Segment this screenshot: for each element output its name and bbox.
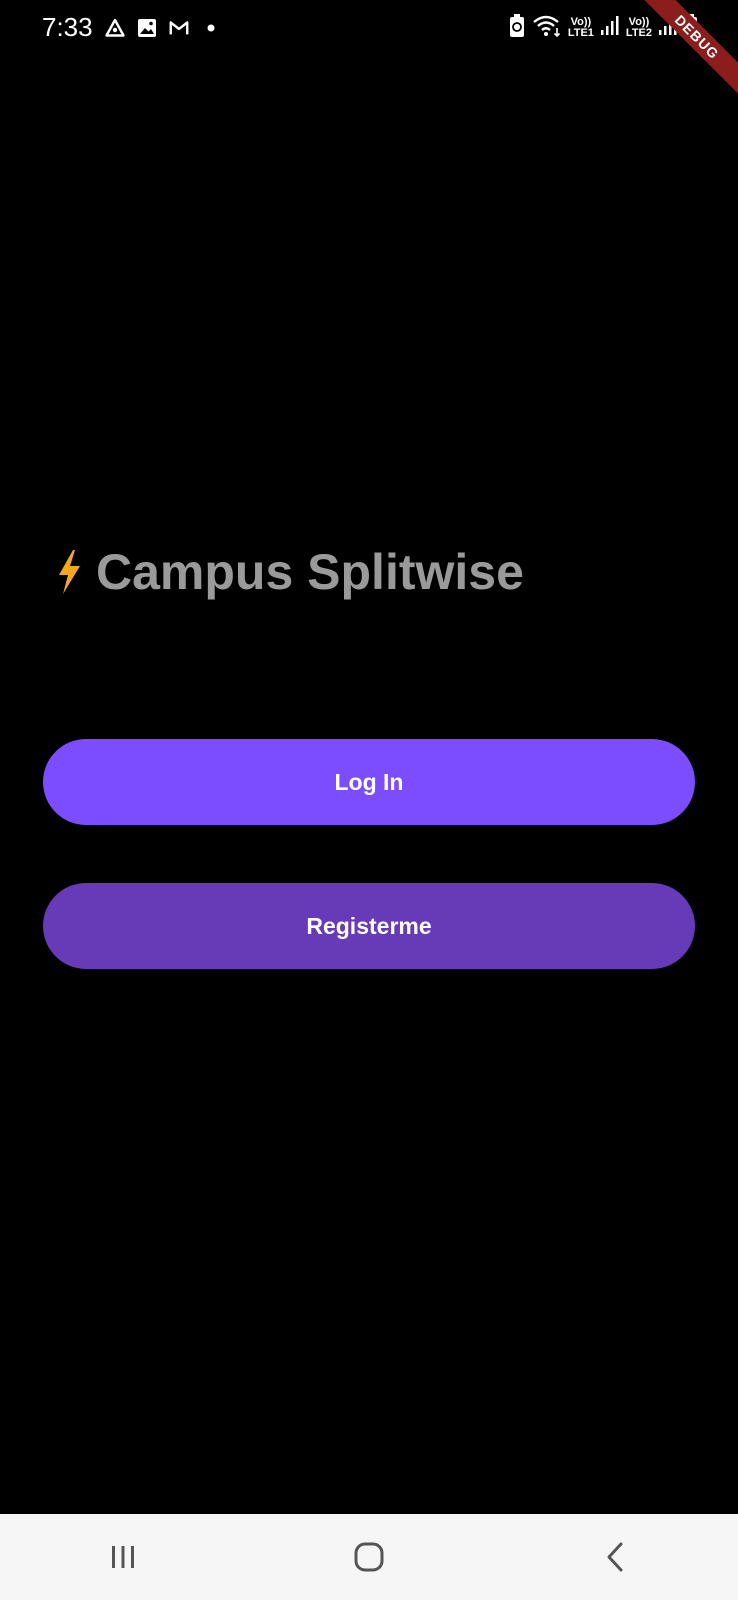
assistant-triangle-icon xyxy=(104,17,126,39)
login-screen: 7:33 Vo)) LTE1 Vo)) LTE2 DEBUG Campus Sp… xyxy=(0,0,738,1600)
back-button[interactable] xyxy=(565,1514,665,1600)
login-button[interactable]: Log In xyxy=(43,739,695,825)
gmail-icon xyxy=(168,17,190,39)
signal-sim1-icon xyxy=(600,15,620,42)
sim1-lte-label: LTE1 xyxy=(567,27,594,39)
lightning-bolt-icon xyxy=(59,550,80,594)
battery-saver-icon xyxy=(508,13,526,44)
sim2-indicator: Vo)) LTE2 xyxy=(626,17,652,39)
system-nav-bar xyxy=(0,1514,738,1600)
sim2-lte-label: LTE2 xyxy=(625,27,652,39)
recent-apps-button[interactable] xyxy=(73,1514,173,1600)
back-icon xyxy=(607,1542,623,1572)
app-title: Campus Splitwise xyxy=(96,544,524,600)
home-icon xyxy=(354,1542,384,1572)
home-button[interactable] xyxy=(319,1514,419,1600)
wifi-icon xyxy=(532,14,562,43)
app-title-row: Campus Splitwise xyxy=(54,538,524,606)
status-left-icons xyxy=(104,15,222,41)
notification-dot-icon xyxy=(200,17,222,39)
gallery-icon xyxy=(136,17,158,39)
sim1-indicator: Vo)) LTE1 xyxy=(568,17,594,39)
status-bar: 7:33 Vo)) LTE1 Vo)) LTE2 xyxy=(0,0,738,56)
recent-apps-icon xyxy=(112,1546,134,1568)
status-time: 7:33 xyxy=(42,12,93,42)
register-button[interactable]: Registerme xyxy=(43,883,695,969)
